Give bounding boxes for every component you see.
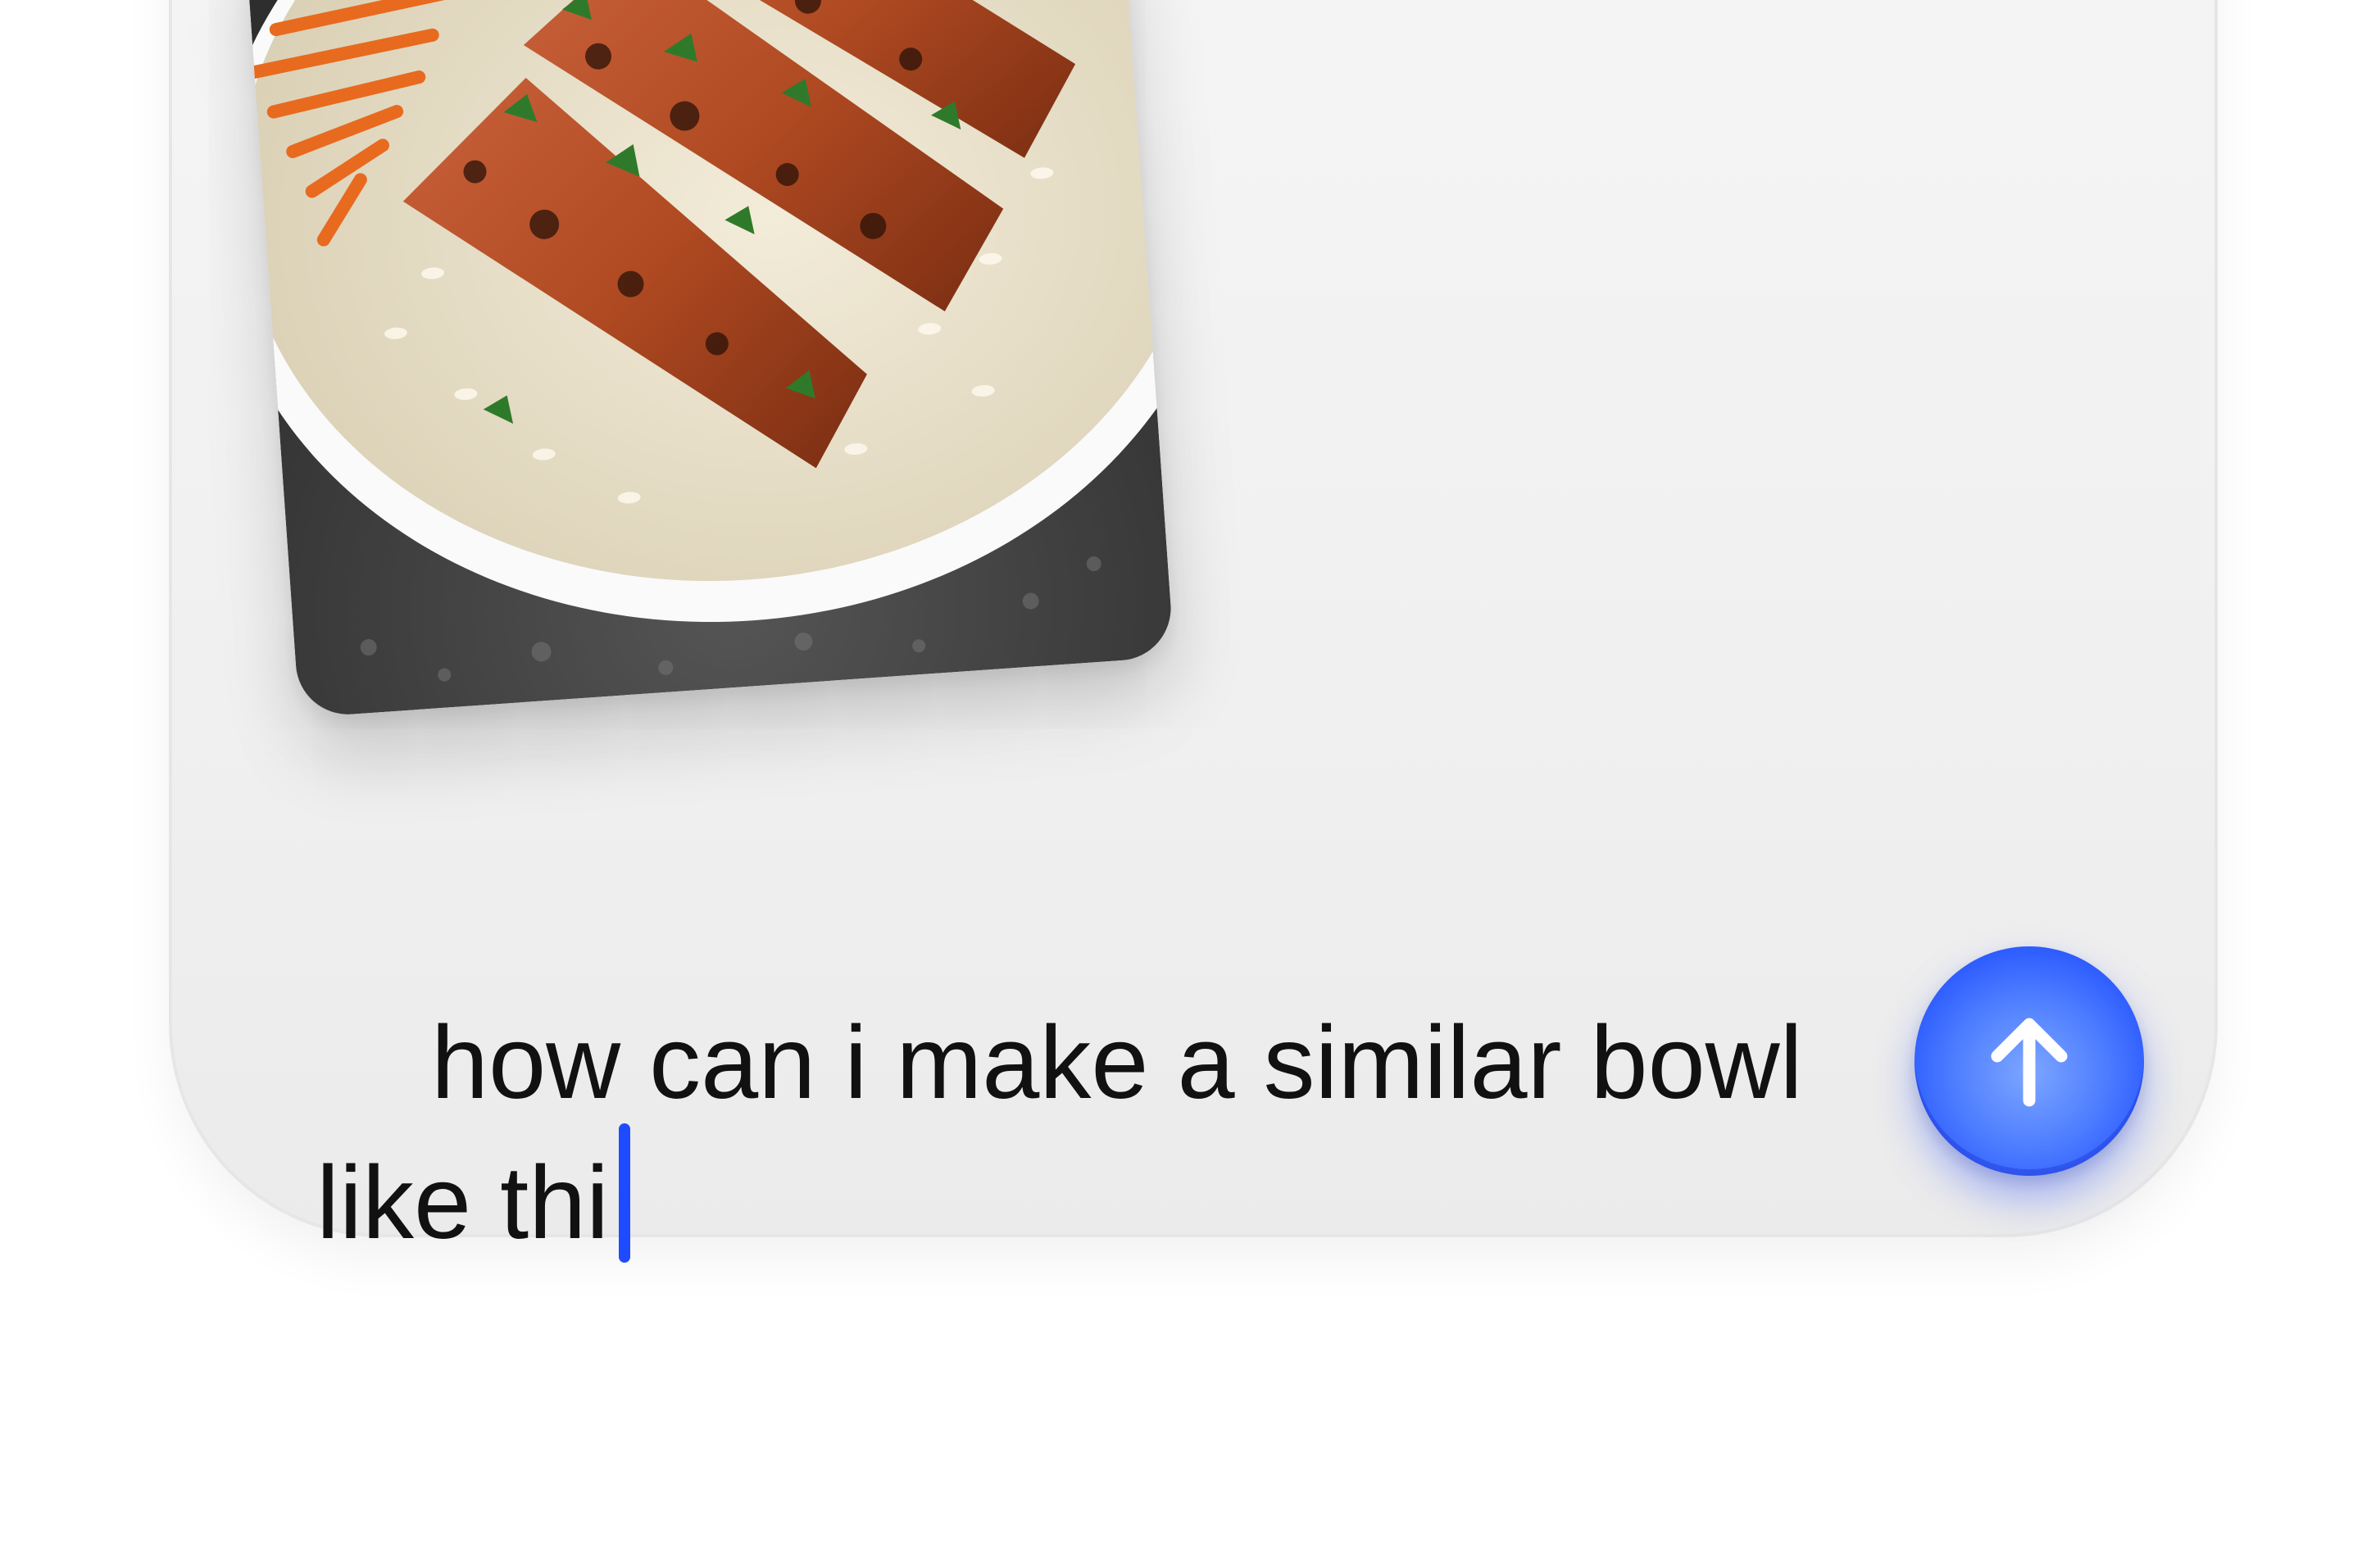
- arrow-up-icon: [1991, 1018, 2068, 1107]
- text-caret: [619, 1123, 631, 1263]
- food-photo-image: [243, 0, 1174, 719]
- send-button[interactable]: [1914, 946, 2144, 1176]
- message-input-text: how can i make a similar bowl like thi: [316, 1005, 1832, 1260]
- attached-photo[interactable]: [243, 0, 1174, 719]
- message-input[interactable]: how can i make a similar bowl like thi: [316, 881, 1874, 1385]
- chat-composer-screen: how can i make a similar bowl like thi: [0, 0, 2380, 1556]
